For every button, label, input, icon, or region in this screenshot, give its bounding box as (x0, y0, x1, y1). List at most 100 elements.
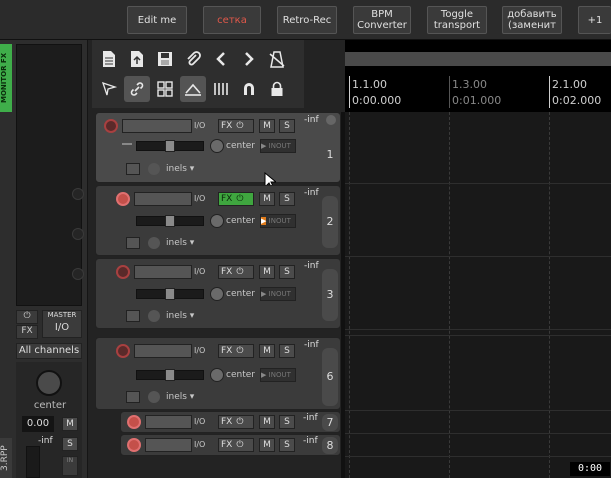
fader-handle[interactable] (165, 369, 175, 381)
track-solo-button[interactable]: S (279, 119, 295, 133)
master-mute-button[interactable]: M (62, 417, 78, 431)
track-solo-button[interactable]: S (279, 415, 295, 429)
fader-handle[interactable] (165, 140, 175, 152)
link-icon[interactable] (124, 76, 150, 102)
master-fader[interactable] (26, 446, 40, 478)
track-fx-button[interactable]: FX ⏻ (218, 415, 254, 429)
track-io-button[interactable]: I/O (194, 440, 205, 449)
master-io-button[interactable]: MASTER I/O (42, 310, 82, 338)
track-pan-knob[interactable] (210, 214, 224, 228)
track-io-button[interactable]: I/O (194, 194, 205, 203)
track-name-field[interactable] (145, 438, 192, 452)
record-arm-icon[interactable] (116, 344, 130, 358)
save-icon[interactable] (152, 46, 178, 72)
channels-dropdown[interactable]: inels ▾ (166, 392, 194, 402)
ripple-icon[interactable] (96, 76, 122, 102)
open-file-icon[interactable] (124, 46, 150, 72)
track-input-button[interactable]: ▶ INOUT (260, 214, 296, 228)
add-replace-button[interactable]: добавить (заменит (502, 6, 562, 34)
track-pan-knob[interactable] (210, 368, 224, 382)
track-mute-button[interactable]: M (259, 265, 275, 279)
track-name-field[interactable] (122, 119, 192, 133)
metronome-off-icon[interactable] (264, 46, 290, 72)
chevron-left-icon[interactable] (208, 46, 234, 72)
track-mute-button[interactable]: M (259, 192, 275, 206)
fx-power-icon[interactable]: ⏻ (236, 417, 243, 427)
track-volume-fader[interactable] (136, 369, 204, 381)
track-name-field[interactable] (134, 265, 192, 279)
lock-icon[interactable] (264, 76, 290, 102)
track-panel-8[interactable]: I/O FX ⏻ M S -inf 8 (120, 434, 341, 456)
track-pan-knob[interactable] (210, 287, 224, 301)
time-selection-bar[interactable] (345, 52, 611, 66)
fx-power-icon[interactable]: ⏻ (236, 194, 243, 204)
track-mute-button[interactable]: M (259, 438, 275, 452)
track-panel-6[interactable]: I/O FX ⏻ M S -inf center ▶ INOUT inels ▾ … (95, 337, 341, 410)
master-fx-button[interactable]: FX (16, 325, 38, 339)
record-arm-icon[interactable] (104, 119, 118, 133)
track-solo-button[interactable]: S (279, 438, 295, 452)
master-input-button[interactable]: IN (62, 456, 78, 476)
envelope-button[interactable] (126, 163, 140, 175)
fx-power-icon[interactable]: ⏻ (236, 267, 243, 277)
track-solo-button[interactable]: S (279, 265, 295, 279)
track-number[interactable]: 8 (322, 437, 338, 454)
phase-icon[interactable] (148, 310, 160, 322)
master-power-icon[interactable]: ⏻ (16, 310, 38, 324)
track-volume-fader[interactable] (136, 215, 204, 227)
track-mute-button[interactable]: M (259, 119, 275, 133)
track-input-button[interactable]: ▶ INOUT (260, 287, 296, 301)
channels-dropdown[interactable]: inels ▾ (166, 238, 194, 248)
fader-handle[interactable] (165, 215, 175, 227)
track-fx-button[interactable]: FX ⏻ (218, 438, 254, 452)
track-pan-knob[interactable] (210, 139, 224, 153)
envelope-icon[interactable] (180, 76, 206, 102)
channels-dropdown[interactable]: inels ▾ (166, 164, 194, 174)
fx-power-icon[interactable]: ⏻ (236, 440, 243, 450)
fx-power-icon[interactable]: ⏻ (236, 121, 243, 131)
edit-me-button[interactable]: Edit me (127, 6, 187, 34)
track-io-button[interactable]: I/O (194, 346, 205, 355)
track-fx-button[interactable]: FX ⏻ (218, 344, 254, 358)
channels-dropdown[interactable]: inels ▾ (166, 311, 194, 321)
track-mute-button[interactable]: M (259, 344, 275, 358)
track-number[interactable]: 6 (322, 348, 338, 406)
chevron-right-icon[interactable] (236, 46, 262, 72)
project-tab[interactable]: 3.RPP (0, 438, 12, 478)
record-arm-icon[interactable] (127, 438, 141, 452)
record-arm-icon[interactable] (116, 265, 130, 279)
phase-icon[interactable] (148, 391, 160, 403)
tcp-divider[interactable] (341, 112, 345, 478)
grid-button[interactable]: сетка (203, 6, 261, 34)
track-volume-fader[interactable] (136, 288, 204, 300)
new-file-icon[interactable] (96, 46, 122, 72)
track-io-button[interactable]: I/O (194, 121, 205, 130)
grid-icon[interactable] (152, 76, 178, 102)
record-arm-icon[interactable] (116, 192, 130, 206)
master-pan-knob[interactable] (36, 370, 62, 396)
track-mute-button[interactable]: M (259, 415, 275, 429)
envelope-button[interactable] (126, 391, 140, 403)
track-solo-button[interactable]: S (279, 344, 295, 358)
bars-icon[interactable] (208, 76, 234, 102)
track-panel-7[interactable]: I/O FX ⏻ M S -inf 7 (120, 411, 341, 433)
bpm-converter-button[interactable]: BPM Converter (353, 6, 411, 34)
fx-power-icon[interactable]: ⏻ (236, 346, 243, 356)
envelope-button[interactable] (126, 237, 140, 249)
track-fx-button[interactable]: FX ⏻ (218, 265, 254, 279)
track-input-button[interactable]: ▶ INOUT (260, 139, 296, 153)
track-number[interactable]: 1 (322, 129, 338, 181)
all-channels-button[interactable]: All channels (16, 343, 82, 359)
toggle-transport-button[interactable]: Toggle transport (427, 6, 487, 34)
plus-one-button[interactable]: +1 (578, 6, 611, 34)
record-arm-icon[interactable] (127, 415, 141, 429)
track-number[interactable]: 3 (322, 269, 338, 321)
track-fx-button[interactable]: FX ⏻ (218, 192, 254, 206)
retro-rec-button[interactable]: Retro-Rec (277, 6, 337, 34)
track-input-button[interactable]: ▶ INOUT (260, 368, 296, 382)
track-folder-icon[interactable] (326, 115, 336, 125)
timeline-ruler[interactable]: 1.1.00 0:00.000 1.3.00 0:01.000 2.1.00 0… (345, 40, 611, 112)
phase-icon[interactable] (148, 237, 160, 249)
paperclip-icon[interactable] (180, 46, 206, 72)
track-io-button[interactable]: I/O (194, 417, 205, 426)
